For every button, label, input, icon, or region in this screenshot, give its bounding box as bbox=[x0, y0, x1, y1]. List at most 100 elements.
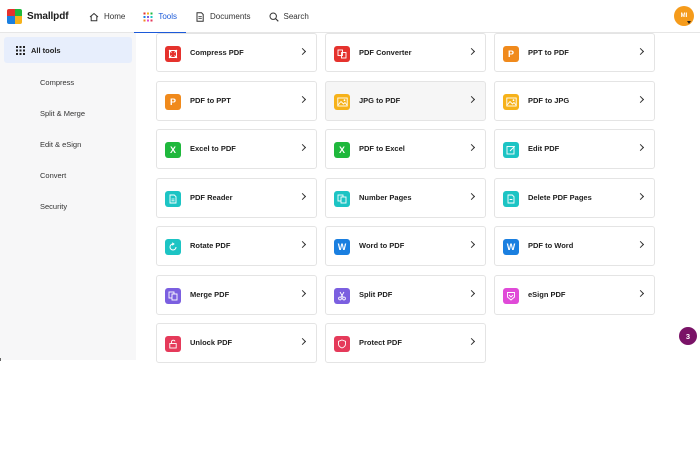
tool-edit-pdf[interactable]: Edit PDF bbox=[494, 129, 655, 169]
image-icon bbox=[503, 94, 519, 110]
image-icon bbox=[334, 94, 350, 110]
chevron-right-icon bbox=[636, 192, 645, 201]
nav-home-label: Home bbox=[104, 12, 126, 21]
tool-label: Split PDF bbox=[359, 290, 393, 299]
tool-excel-to-pdf[interactable]: X Excel to PDF bbox=[156, 129, 317, 169]
chevron-right-icon bbox=[467, 192, 476, 201]
tool-label: JPG to PDF bbox=[359, 96, 401, 105]
tool-label: Rotate PDF bbox=[190, 241, 231, 250]
shield-icon bbox=[334, 336, 350, 352]
tool-label: Merge PDF bbox=[190, 290, 230, 299]
chevron-right-icon bbox=[298, 337, 307, 346]
nav-documents-label: Documents bbox=[210, 12, 251, 21]
sidebar-item-compress[interactable]: Compress bbox=[40, 75, 74, 89]
tool-label: PPT to PDF bbox=[528, 48, 569, 57]
sidebar: All tools Compress Split & Merge Edit & … bbox=[0, 33, 136, 360]
tool-label: PDF to JPG bbox=[528, 96, 570, 105]
tool-label: PDF to PPT bbox=[190, 96, 231, 105]
user-avatar[interactable]: MI bbox=[674, 6, 694, 26]
main-nav: Home Tools Documents Search bbox=[80, 0, 318, 34]
chevron-right-icon bbox=[636, 240, 645, 249]
tool-pdf-to-excel[interactable]: X PDF to Excel bbox=[325, 129, 486, 169]
reader-icon bbox=[165, 191, 181, 207]
chevron-right-icon bbox=[298, 240, 307, 249]
document-icon bbox=[196, 11, 204, 22]
tool-rotate-pdf[interactable]: Rotate PDF bbox=[156, 226, 317, 266]
notification-badge[interactable]: 3 bbox=[679, 327, 697, 345]
tool-label: Edit PDF bbox=[528, 144, 560, 153]
chevron-down-icon[interactable] bbox=[687, 21, 691, 24]
tool-protect-pdf[interactable]: Protect PDF bbox=[325, 323, 486, 363]
tool-label: Word to PDF bbox=[359, 241, 405, 250]
chevron-right-icon bbox=[467, 143, 476, 152]
tool-label: Protect PDF bbox=[359, 338, 402, 347]
tool-pdf-to-jpg[interactable]: PDF to JPG bbox=[494, 81, 655, 121]
tool-pdf-reader[interactable]: PDF Reader bbox=[156, 178, 317, 218]
excel-icon: X bbox=[165, 142, 181, 158]
tool-label: eSign PDF bbox=[528, 290, 566, 299]
chevron-right-icon bbox=[298, 95, 307, 104]
tool-label: Excel to PDF bbox=[190, 144, 236, 153]
tool-compress-pdf[interactable]: Compress PDF bbox=[156, 33, 317, 72]
chevron-right-icon bbox=[636, 289, 645, 298]
home-icon bbox=[89, 12, 99, 21]
tool-ppt-to-pdf[interactable]: P PPT to PDF bbox=[494, 33, 655, 72]
nav-documents[interactable]: Documents bbox=[186, 0, 259, 33]
chevron-right-icon bbox=[636, 143, 645, 152]
sidebar-item-edit-esign[interactable]: Edit & eSign bbox=[40, 137, 81, 151]
compress-icon bbox=[165, 46, 181, 62]
logo[interactable]: Smallpdf bbox=[7, 7, 69, 25]
sidebar-item-security[interactable]: Security bbox=[40, 199, 67, 213]
tool-pdf-to-word[interactable]: W PDF to Word bbox=[494, 226, 655, 266]
tool-merge-pdf[interactable]: Merge PDF bbox=[156, 275, 317, 315]
word-icon: W bbox=[503, 239, 519, 255]
nav-search[interactable]: Search bbox=[260, 0, 318, 33]
nav-tools[interactable]: Tools bbox=[134, 0, 186, 34]
esign-icon bbox=[503, 288, 519, 304]
nav-tools-label: Tools bbox=[158, 12, 178, 21]
tool-pdf-to-ppt[interactable]: P PDF to PPT bbox=[156, 81, 317, 121]
word-icon: W bbox=[334, 239, 350, 255]
excel-icon: X bbox=[334, 142, 350, 158]
chevron-right-icon bbox=[298, 192, 307, 201]
tool-word-to-pdf[interactable]: W Word to PDF bbox=[325, 226, 486, 266]
tool-split-pdf[interactable]: Split PDF bbox=[325, 275, 486, 315]
sidebar-item-convert[interactable]: Convert bbox=[40, 168, 66, 182]
tool-label: PDF Converter bbox=[359, 48, 412, 57]
tool-pdf-converter[interactable]: PDF Converter bbox=[325, 33, 486, 72]
unlock-icon bbox=[165, 336, 181, 352]
chevron-right-icon bbox=[467, 47, 476, 56]
tools-grid: Compress PDF PDF Converter P PPT to PDF … bbox=[136, 33, 700, 363]
sidebar-item-all-tools[interactable]: All tools bbox=[4, 37, 132, 63]
top-navigation: Smallpdf Home Tools Documents Search MI bbox=[0, 0, 700, 34]
chevron-right-icon bbox=[467, 240, 476, 249]
tools-grid-icon bbox=[143, 12, 153, 21]
tool-number-pages[interactable]: Number Pages bbox=[325, 178, 486, 218]
tool-label: PDF Reader bbox=[190, 193, 233, 202]
nav-search-label: Search bbox=[283, 12, 309, 21]
tool-unlock-pdf[interactable]: Unlock PDF bbox=[156, 323, 317, 363]
merge-icon bbox=[165, 288, 181, 304]
logo-mark-icon bbox=[7, 8, 22, 24]
chevron-right-icon bbox=[467, 337, 476, 346]
logo-text: Smallpdf bbox=[27, 10, 69, 22]
tool-label: PDF to Word bbox=[528, 241, 574, 250]
search-icon bbox=[268, 11, 279, 22]
tool-label: Compress PDF bbox=[190, 48, 244, 57]
tool-label: Unlock PDF bbox=[190, 338, 233, 347]
ppt-icon: P bbox=[503, 46, 519, 62]
delete-pages-icon bbox=[503, 191, 519, 207]
divider bbox=[0, 358, 1, 361]
tool-delete-pdf-pages[interactable]: Delete PDF Pages bbox=[494, 178, 655, 218]
smallpdf-app: Smallpdf Home Tools Documents Search MI … bbox=[0, 0, 700, 470]
nav-home[interactable]: Home bbox=[80, 0, 134, 33]
tool-esign-pdf[interactable]: eSign PDF bbox=[494, 275, 655, 315]
converter-icon bbox=[334, 46, 350, 62]
tool-jpg-to-pdf[interactable]: JPG to PDF bbox=[325, 81, 486, 121]
chevron-right-icon bbox=[636, 47, 645, 56]
sidebar-item-split-merge[interactable]: Split & Merge bbox=[40, 106, 85, 120]
rotate-icon bbox=[165, 239, 181, 255]
tool-label: PDF to Excel bbox=[359, 144, 405, 153]
ppt-icon: P bbox=[165, 94, 181, 110]
number-pages-icon bbox=[334, 191, 350, 207]
